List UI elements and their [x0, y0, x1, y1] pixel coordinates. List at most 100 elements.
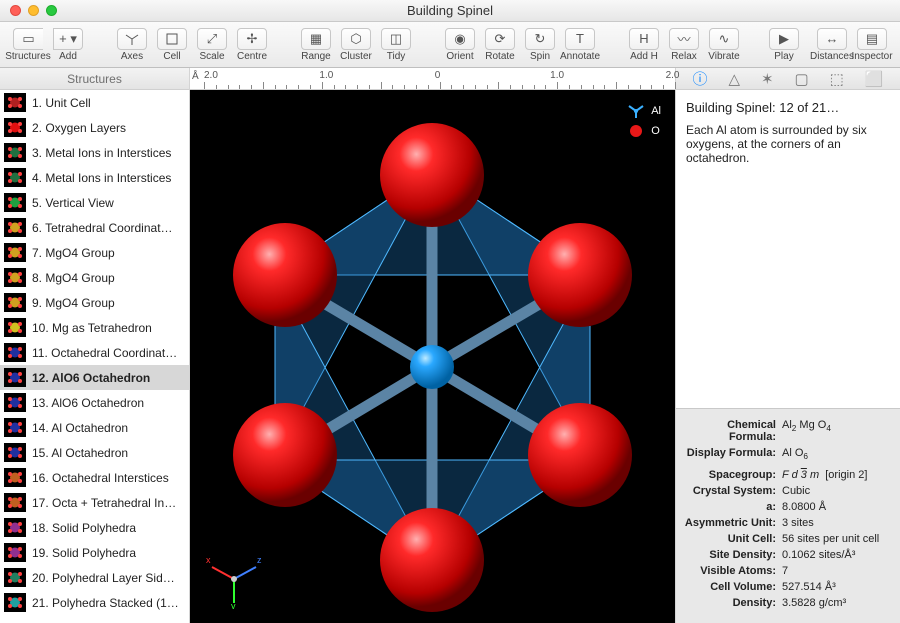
spacegroup-value: F d 3 m [origin 2]: [782, 469, 892, 481]
3d-canvas[interactable]: Al O x y z: [190, 90, 675, 623]
structure-item-label: 12. AlO6 Octahedron: [32, 371, 150, 385]
centre-label: Centre: [237, 51, 267, 62]
cell-label: Cell: [163, 51, 180, 62]
structure-item-12[interactable]: 12. AlO6 Octahedron: [0, 365, 189, 390]
structure-thumb-icon: [4, 493, 26, 512]
lattice-tab-icon[interactable]: ⬚: [830, 70, 844, 88]
structure-item-label: 13. AlO6 Octahedron: [32, 396, 144, 410]
info-heading: Building Spinel: 12 of 21…: [686, 100, 890, 115]
structure-item-label: 9. MgO4 Group: [32, 296, 115, 310]
add-button[interactable]: + ▾Add: [48, 28, 88, 62]
rotate-button[interactable]: ⟳Rotate: [480, 28, 520, 62]
structure-item-6[interactable]: 6. Tetrahedral Coordinat…: [0, 215, 189, 240]
structure-item-16[interactable]: 16. Octahedral Interstices: [0, 465, 189, 490]
ruler-tick: 1.0: [319, 70, 333, 81]
cell-button[interactable]: Cell: [152, 28, 192, 62]
structure-item-15[interactable]: 15. Al Octahedron: [0, 440, 189, 465]
polyhedra-tab-icon[interactable]: △: [728, 70, 740, 88]
ruler-unit: Å: [192, 71, 199, 82]
structure-item-8[interactable]: 8. MgO4 Group: [0, 265, 189, 290]
structure-thumb-icon: [4, 118, 26, 137]
structure-item-19[interactable]: 19. Solid Polyhedra: [0, 540, 189, 565]
tidy-button[interactable]: ◫Tidy: [376, 28, 416, 62]
axes-button[interactable]: Axes: [112, 28, 152, 62]
cellvolume-label: Cell Volume:: [680, 581, 782, 593]
relax-button[interactable]: 〰Relax: [664, 28, 704, 62]
structure-item-9[interactable]: 9. MgO4 Group: [0, 290, 189, 315]
axis-gizmo: x y z: [204, 549, 264, 609]
structure-item-label: 14. Al Octahedron: [32, 421, 128, 435]
vibrate-button[interactable]: ∿Vibrate: [704, 28, 744, 62]
crystal-system-label: Crystal System:: [680, 485, 782, 497]
structure-thumb-icon: [4, 518, 26, 537]
addh-label: Add H: [630, 51, 658, 62]
structure-item-4[interactable]: 4. Metal Ions in Interstices: [0, 165, 189, 190]
unitcell-value: 56 sites per unit cell: [782, 533, 892, 545]
structure-item-13[interactable]: 13. AlO6 Octahedron: [0, 390, 189, 415]
info-tab-icon[interactable]: ⓘ: [692, 68, 707, 89]
ruler-tick: 1.0: [550, 70, 564, 81]
structure-thumb-icon: [4, 193, 26, 212]
scale-label: Scale: [199, 51, 224, 62]
symmetry-tab-icon[interactable]: ✶: [761, 70, 774, 88]
orient-button[interactable]: ◉Orient: [440, 28, 480, 62]
ruler: Å 2.01.001.02.0: [190, 68, 675, 90]
annotate-button[interactable]: TAnnotate: [560, 28, 600, 62]
structure-item-label: 18. Solid Polyhedra: [32, 521, 136, 535]
range-button[interactable]: ▦Range: [296, 28, 336, 62]
structure-thumb-icon: [4, 568, 26, 587]
cluster-label: Cluster: [340, 51, 372, 62]
structure-item-10[interactable]: 10. Mg as Tetrahedron: [0, 315, 189, 340]
structures-list[interactable]: 1. Unit Cell2. Oxygen Layers 3. Metal Ion…: [0, 90, 189, 623]
structure-item-label: 6. Tetrahedral Coordinat…: [32, 221, 173, 235]
structure-item-label: 8. MgO4 Group: [32, 271, 115, 285]
visibleatoms-value: 7: [782, 565, 892, 577]
structure-item-14[interactable]: 14. Al Octahedron: [0, 415, 189, 440]
structure-item-label: 3. Metal Ions in Interstices: [32, 146, 171, 160]
structure-item-3[interactable]: 3. Metal Ions in Interstices: [0, 140, 189, 165]
display-formula-label: Display Formula:: [680, 447, 782, 461]
asym-label: Asymmetric Unit:: [680, 517, 782, 529]
structure-item-2[interactable]: 2. Oxygen Layers: [0, 115, 189, 140]
spin-button[interactable]: ↻Spin: [520, 28, 560, 62]
structure-item-11[interactable]: 11. Octahedral Coordinat…: [0, 340, 189, 365]
structure-item-label: 7. MgO4 Group: [32, 246, 115, 260]
distances-button[interactable]: ↔Distances: [812, 28, 852, 62]
ruler-tick: 2.0: [666, 70, 680, 81]
play-button[interactable]: ▶Play: [768, 28, 800, 62]
spin-label: Spin: [530, 51, 550, 62]
window-title: Building Spinel: [0, 3, 900, 18]
structure-item-17[interactable]: 17. Octa + Tetrahedral In…: [0, 490, 189, 515]
structure-item-21[interactable]: 21. Polyhedra Stacked (1…: [0, 590, 189, 615]
selection-tab-icon[interactable]: ⬜: [865, 70, 884, 88]
crystal-system-value: Cubic: [782, 485, 892, 497]
ruler-tick: 2.0: [204, 70, 218, 81]
structure-item-5[interactable]: 5. Vertical View: [0, 190, 189, 215]
info-body: Each Al atom is surrounded by six oxygen…: [686, 123, 890, 165]
structure-item-18[interactable]: 18. Solid Polyhedra: [0, 515, 189, 540]
density-label: Density:: [680, 597, 782, 609]
add-label: Add: [59, 51, 77, 62]
sitedensity-value: 0.1062 sites/Å³: [782, 549, 892, 561]
cellvolume-value: 527.514 Å³: [782, 581, 892, 593]
chemical-formula-label: Chemical Formula:: [680, 419, 782, 443]
chemical-formula-value: Al2 Mg O4: [782, 419, 892, 443]
legend-o: O: [651, 125, 660, 137]
addh-button[interactable]: HAdd H: [624, 28, 664, 62]
structure-item-7[interactable]: 7. MgO4 Group: [0, 240, 189, 265]
structure-item-20[interactable]: 20. Polyhedral Layer Sid…: [0, 565, 189, 590]
centre-button[interactable]: ✢Centre: [232, 28, 272, 62]
structure-item-label: 15. Al Octahedron: [32, 446, 128, 460]
svg-text:z: z: [257, 555, 262, 565]
spacegroup-label: Spacegroup:: [680, 469, 782, 481]
scale-button[interactable]: ⤢Scale: [192, 28, 232, 62]
cluster-button[interactable]: ⬡Cluster: [336, 28, 376, 62]
ruler-tick: 0: [435, 70, 441, 81]
inspector-button[interactable]: ▤Inspector: [852, 28, 892, 62]
cell-tab-icon[interactable]: ▢: [794, 70, 808, 88]
sitedensity-label: Site Density:: [680, 549, 782, 561]
structure-thumb-icon: [4, 368, 26, 387]
structure-item-1[interactable]: 1. Unit Cell: [0, 90, 189, 115]
structures-button[interactable]: ▭Structures: [8, 28, 48, 62]
svg-text:x: x: [206, 555, 211, 565]
